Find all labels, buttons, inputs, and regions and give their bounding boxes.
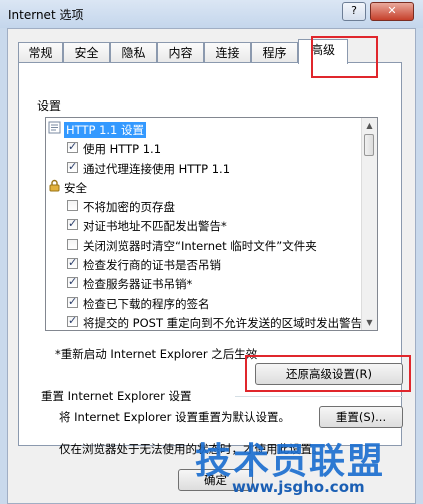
settings-scrollbar[interactable]: ▲ ▼ bbox=[361, 118, 377, 330]
tab-connections[interactable]: 连接 bbox=[204, 42, 251, 63]
settings-category[interactable]: 安全 bbox=[46, 178, 364, 197]
checkbox[interactable] bbox=[67, 275, 78, 289]
reset-button[interactable]: 重置(S)... bbox=[319, 406, 403, 428]
restart-note: *重新启动 Internet Explorer 之后生效 bbox=[55, 347, 258, 361]
checkbox[interactable] bbox=[67, 200, 78, 212]
reset-description: 将 Internet Explorer 设置重置为默认设置。 bbox=[59, 410, 291, 424]
settings-list[interactable]: HTTP 1.1 设置使用 HTTP 1.1 通过代理连接使用 HTTP 1.1 安… bbox=[45, 117, 378, 331]
option-label: 不将加密的页存盘 bbox=[83, 200, 175, 215]
globe-icon bbox=[48, 121, 61, 134]
tab-strip: 常规 安全 隐私 内容 连接 程序 高级 bbox=[18, 36, 398, 78]
checkbox[interactable] bbox=[67, 295, 78, 308]
tab-highlight-box bbox=[311, 36, 378, 78]
lock-icon bbox=[48, 179, 61, 192]
title-bar: Internet 选项 ? ✕ bbox=[0, 0, 423, 28]
settings-option[interactable]: 不将加密的页存盘 bbox=[46, 197, 364, 216]
watermark-url: www.jsgho.com bbox=[232, 478, 365, 496]
settings-option[interactable]: 检查服务器证书吊销* bbox=[46, 274, 364, 293]
tab-programs[interactable]: 程序 bbox=[251, 42, 298, 63]
settings-option[interactable]: 通过代理连接使用 HTTP 1.1 bbox=[46, 159, 364, 178]
option-label: 检查发行商的证书是否吊销 bbox=[83, 258, 221, 273]
settings-group-label: 设置 bbox=[37, 99, 62, 113]
window-title: Internet 选项 bbox=[8, 8, 84, 22]
checkbox[interactable] bbox=[67, 217, 78, 231]
restore-highlight-box bbox=[245, 355, 411, 392]
option-label: 使用 HTTP 1.1 bbox=[83, 142, 162, 157]
settings-option[interactable]: 关闭浏览器时清空“Internet 临时文件”文件夹 bbox=[46, 236, 364, 255]
settings-option[interactable]: 检查发行商的证书是否吊销 bbox=[46, 255, 364, 274]
advanced-panel: 设置 HTTP 1.1 设置使用 HTTP 1.1 通过代理连接使用 HTTP 1… bbox=[18, 62, 411, 456]
option-label: 通过代理连接使用 HTTP 1.1 bbox=[83, 161, 231, 176]
checkbox[interactable] bbox=[67, 314, 78, 327]
option-label: 对证书地址不匹配发出警告* bbox=[83, 219, 227, 234]
settings-tree: HTTP 1.1 设置使用 HTTP 1.1 通过代理连接使用 HTTP 1.1 安… bbox=[46, 120, 364, 330]
close-button[interactable]: ✕ bbox=[370, 2, 414, 21]
settings-category[interactable]: HTTP 1.1 设置 bbox=[46, 120, 364, 139]
option-label: 将提交的 POST 重定向到不允许发送的区域时发出警告 bbox=[83, 315, 363, 330]
checkbox[interactable] bbox=[67, 160, 78, 173]
settings-option[interactable]: 使用 HTTP 1.1 bbox=[46, 139, 364, 158]
option-label: 检查已下载的程序的签名 bbox=[83, 296, 210, 311]
option-label: 安全 bbox=[64, 180, 87, 195]
option-label: 检查服务器证书吊销* bbox=[83, 277, 193, 292]
settings-option[interactable]: 对证书地址不匹配发出警告* bbox=[46, 216, 364, 235]
tab-general[interactable]: 常规 bbox=[18, 42, 63, 63]
tab-security[interactable]: 安全 bbox=[63, 42, 110, 63]
scroll-down-icon[interactable]: ▼ bbox=[362, 315, 377, 330]
tab-privacy[interactable]: 隐私 bbox=[110, 42, 157, 63]
scroll-up-icon[interactable]: ▲ bbox=[362, 118, 377, 133]
checkbox[interactable] bbox=[67, 256, 78, 270]
settings-option[interactable]: 检查已下载的程序的签名 bbox=[46, 294, 364, 313]
watermark-logo: 技术员联盟 bbox=[195, 441, 386, 482]
scroll-thumb[interactable] bbox=[364, 134, 374, 156]
help-button[interactable]: ? bbox=[342, 2, 366, 21]
checkbox[interactable] bbox=[67, 238, 78, 250]
tab-content[interactable]: 内容 bbox=[157, 42, 204, 63]
reset-group-label: 重置 Internet Explorer 设置 bbox=[41, 389, 192, 403]
checkbox[interactable] bbox=[67, 140, 78, 154]
option-label: HTTP 1.1 设置 bbox=[64, 122, 147, 138]
settings-option[interactable]: 将提交的 POST 重定向到不允许发送的区域时发出警告 bbox=[46, 313, 364, 330]
option-label: 关闭浏览器时清空“Internet 临时文件”文件夹 bbox=[83, 238, 317, 253]
group-divider bbox=[235, 396, 403, 397]
